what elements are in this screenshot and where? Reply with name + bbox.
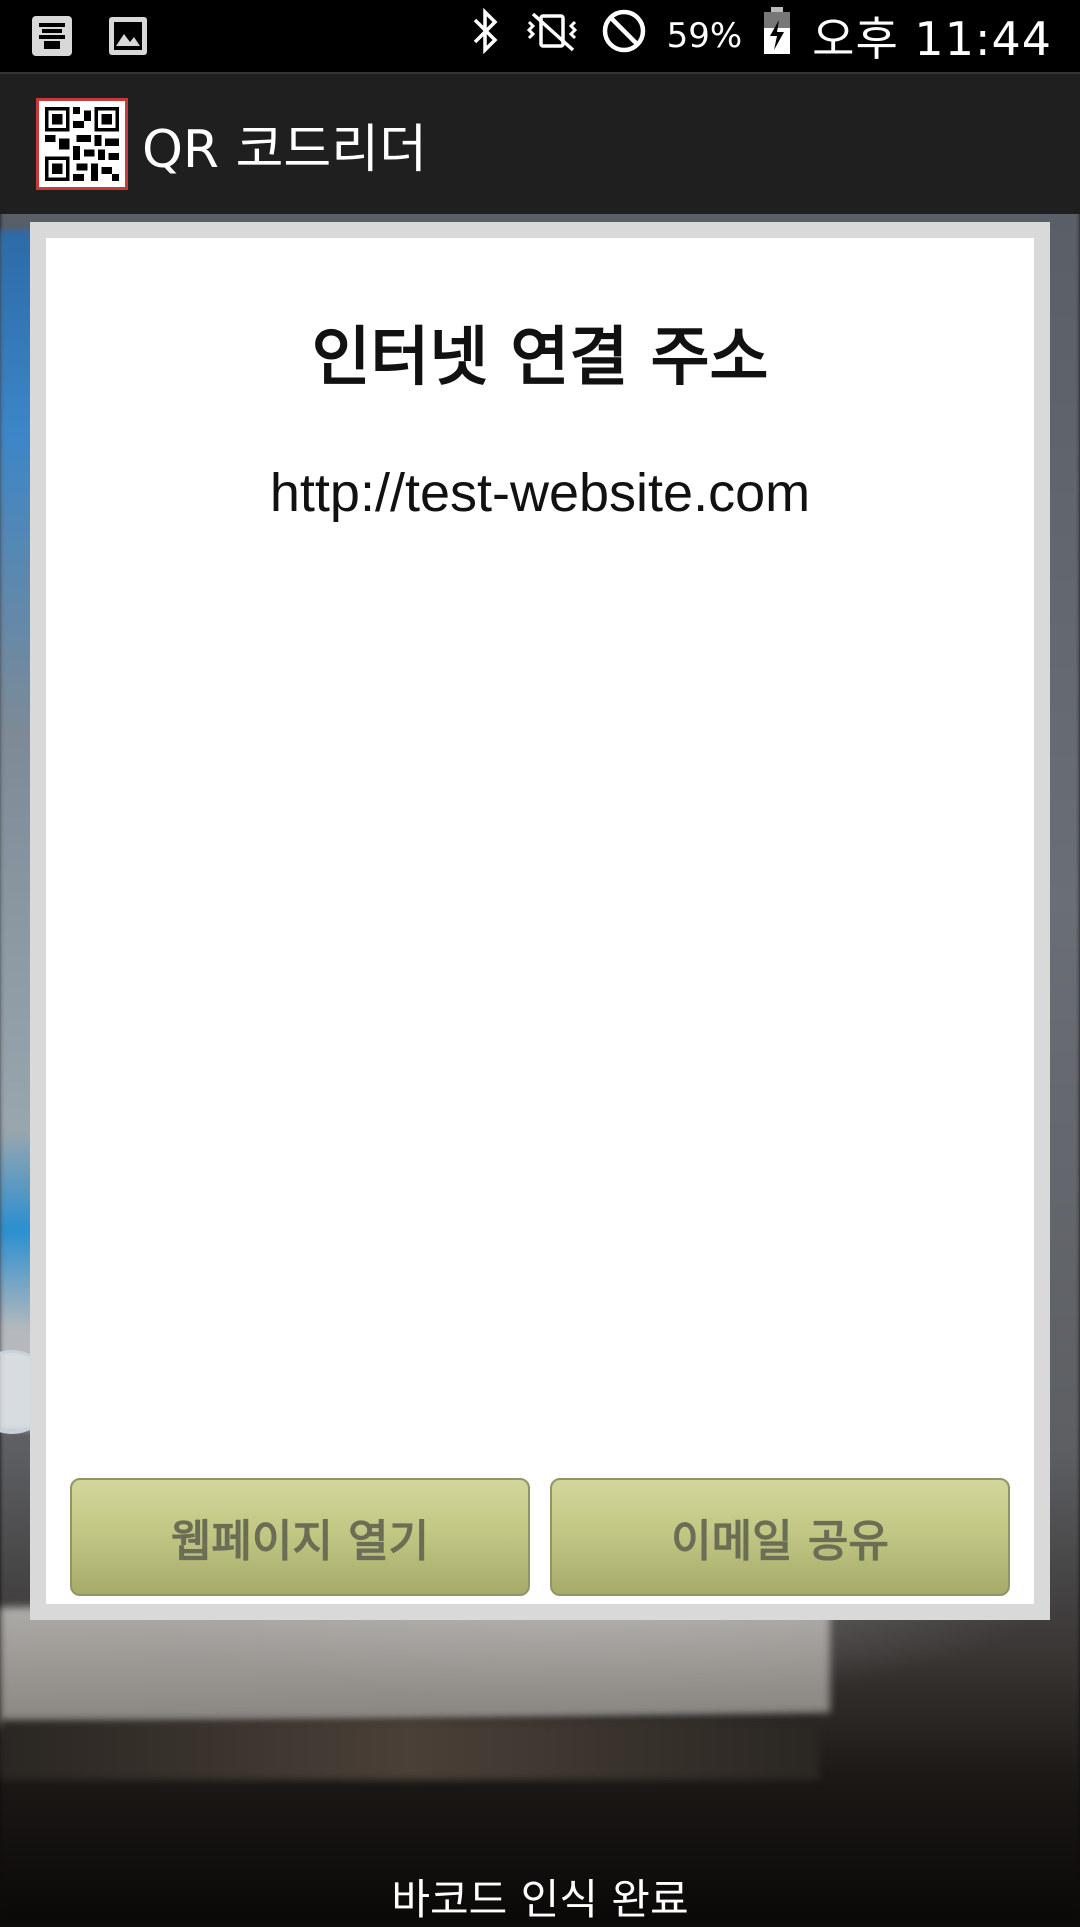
result-dialog-body: 인터넷 연결 주소 http://test-website.com 웹페이지 열… (46, 238, 1034, 1604)
clock: 오후 11:44 (812, 12, 1052, 66)
vibrate-icon (523, 8, 581, 64)
bluetooth-icon (469, 7, 503, 64)
battery-percent: 59% (666, 16, 743, 56)
scanned-url[interactable]: http://test-website.com (46, 462, 1034, 524)
app-title: QR 코드리더 (142, 119, 427, 180)
dialog-title: 인터넷 연결 주소 (311, 321, 769, 395)
qr-code-icon[interactable] (36, 98, 128, 190)
open-webpage-button[interactable]: 웹페이지 열기 (70, 1478, 530, 1596)
notification-app-icon (30, 14, 74, 62)
email-share-button[interactable]: 이메일 공유 (550, 1478, 1010, 1596)
image-icon (106, 14, 150, 62)
result-dialog: 인터넷 연결 주소 http://test-website.com 웹페이지 열… (30, 222, 1050, 1620)
battery-charging-icon (762, 6, 792, 66)
block-icon (601, 8, 647, 64)
action-bar: QR 코드리더 (0, 72, 1080, 214)
camera-preview-taskbar (0, 1720, 820, 1780)
status-bar: 59% 오후 11:44 (0, 0, 1080, 72)
scan-status-message: 바코드 인식 완료 (391, 1875, 689, 1924)
